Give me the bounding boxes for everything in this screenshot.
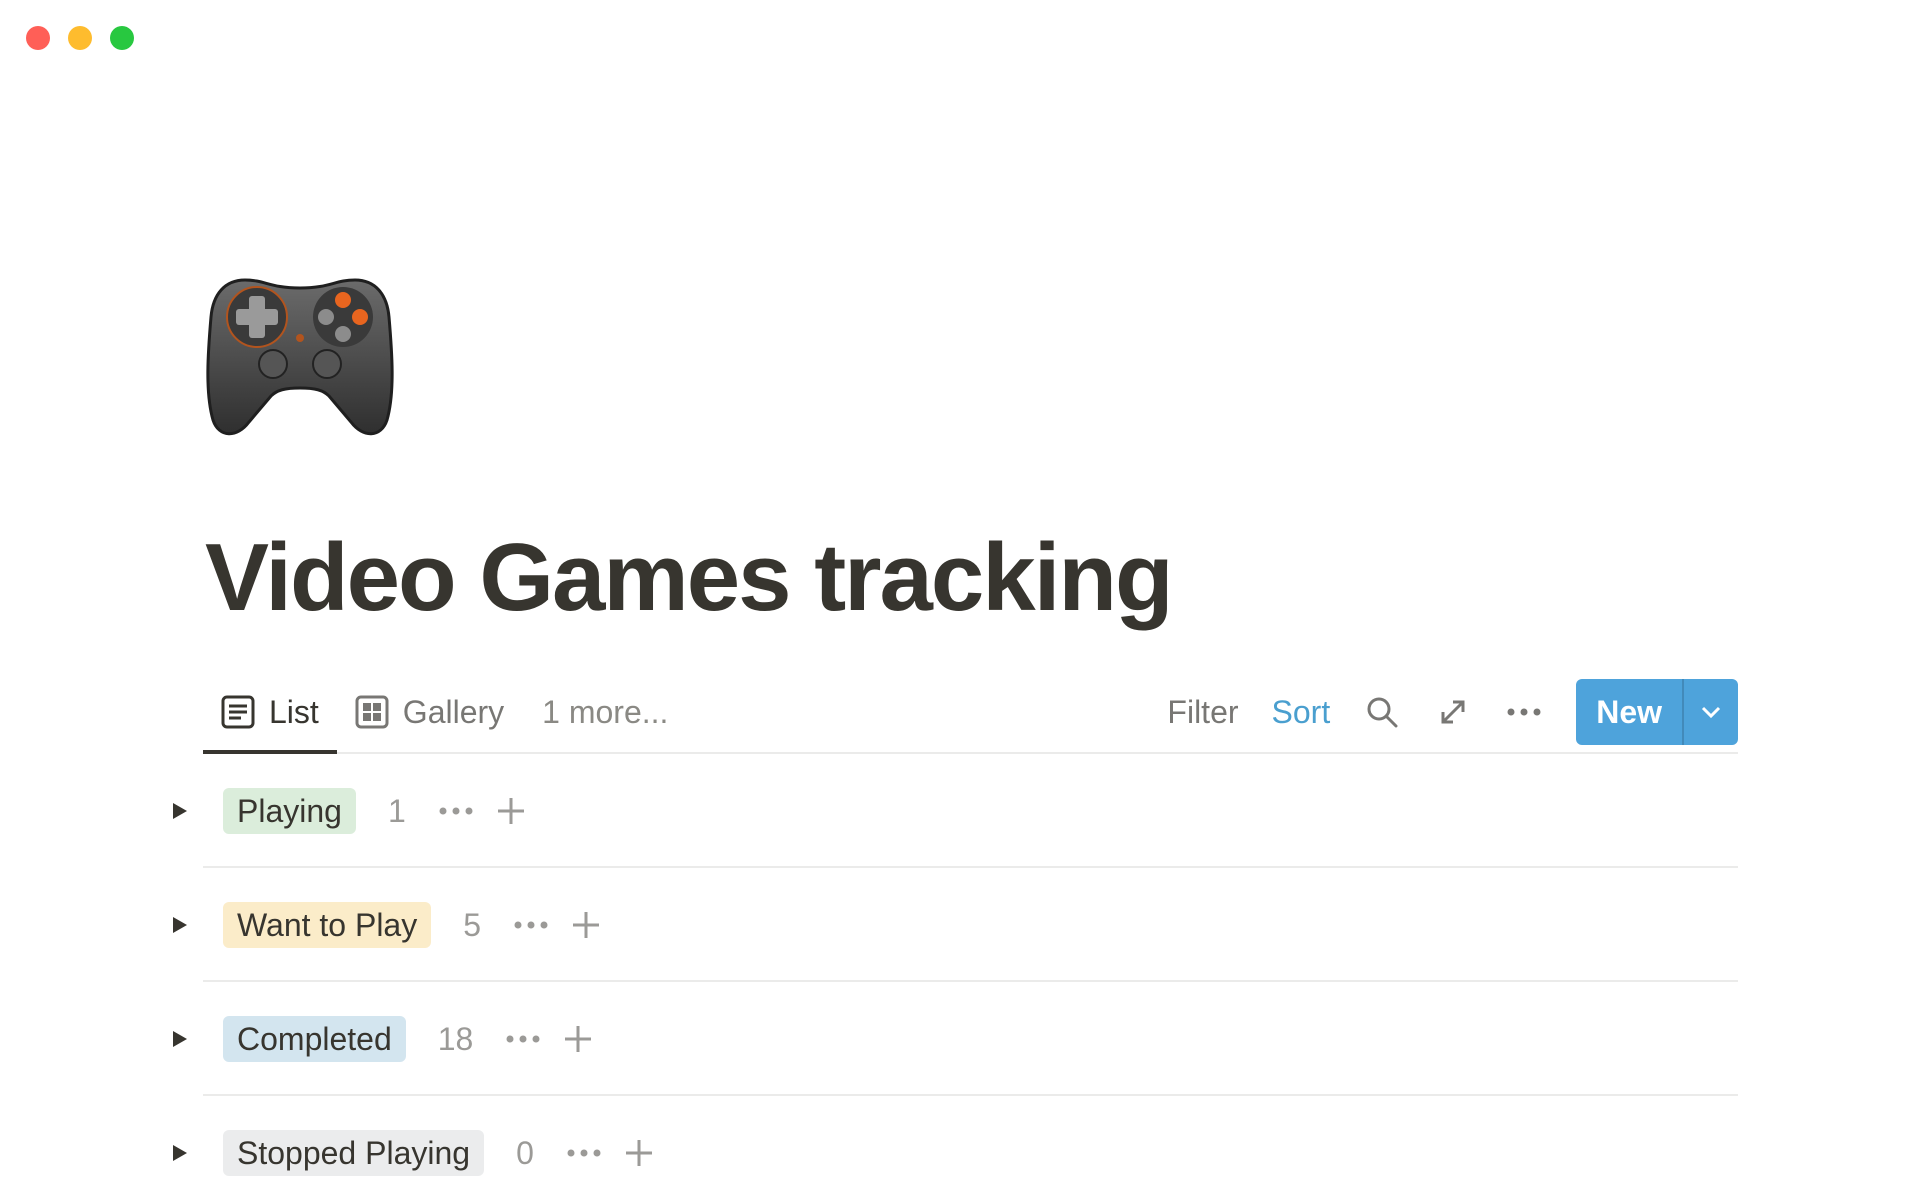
- more-options-icon[interactable]: [564, 1138, 604, 1168]
- more-options-icon[interactable]: [436, 796, 476, 826]
- filter-button[interactable]: Filter: [1167, 694, 1238, 731]
- group-count: 1: [387, 792, 406, 829]
- view-tabs: List Gallery 1 more...: [203, 672, 686, 754]
- toggle-triangle-icon[interactable]: [165, 1024, 195, 1054]
- gallery-view-icon: [355, 695, 389, 729]
- tab-gallery-label: Gallery: [402, 693, 505, 730]
- tab-gallery[interactable]: Gallery: [337, 672, 522, 752]
- list-view-icon: [221, 695, 255, 729]
- add-item-icon[interactable]: [569, 908, 603, 942]
- toggle-triangle-icon[interactable]: [165, 910, 195, 940]
- page-title[interactable]: Video Games tracking: [205, 530, 1174, 626]
- search-icon[interactable]: [1363, 693, 1401, 731]
- sort-button[interactable]: Sort: [1272, 694, 1331, 731]
- add-item-icon[interactable]: [561, 1022, 595, 1056]
- group-count: 18: [437, 1020, 474, 1057]
- chevron-down-icon[interactable]: [1684, 679, 1738, 745]
- expand-icon[interactable]: [1434, 693, 1472, 731]
- new-button-group: New: [1576, 679, 1738, 745]
- more-views-link[interactable]: 1 more...: [522, 672, 686, 752]
- tab-list-label: List: [269, 693, 319, 730]
- more-options-icon[interactable]: [511, 910, 551, 940]
- group-label[interactable]: Playing: [223, 788, 356, 834]
- more-options-icon[interactable]: [503, 1024, 543, 1054]
- new-button[interactable]: New: [1576, 679, 1684, 745]
- app-window: Video Games tracking List Gallery 1 more…: [0, 0, 1920, 1200]
- close-window-button[interactable]: [26, 26, 50, 50]
- group-row-completed: Completed 18: [160, 982, 1738, 1096]
- minimize-window-button[interactable]: [68, 26, 92, 50]
- add-item-icon[interactable]: [494, 794, 528, 828]
- toggle-triangle-icon[interactable]: [165, 796, 195, 826]
- database-view-bar: List Gallery 1 more... Filter Sort New: [203, 672, 1738, 754]
- group-row-want-to-play: Want to Play 5: [160, 868, 1738, 982]
- group-list: Playing 1 Want to Play 5 Completed 18 St…: [160, 754, 1738, 1200]
- group-label[interactable]: Stopped Playing: [223, 1130, 485, 1176]
- group-count: 5: [463, 906, 482, 943]
- group-row-playing: Playing 1: [160, 754, 1738, 868]
- group-row-stopped-playing: Stopped Playing 0: [160, 1096, 1738, 1200]
- toggle-triangle-icon[interactable]: [165, 1138, 195, 1168]
- window-controls: [26, 26, 134, 50]
- group-count: 0: [516, 1134, 534, 1171]
- group-label[interactable]: Want to Play: [223, 902, 432, 948]
- tab-list[interactable]: List: [203, 672, 337, 754]
- zoom-window-button[interactable]: [110, 26, 134, 50]
- more-options-icon[interactable]: [1505, 693, 1543, 731]
- view-actions: Filter Sort New: [1167, 672, 1738, 752]
- group-label[interactable]: Completed: [223, 1016, 406, 1062]
- game-controller-icon[interactable]: [205, 272, 395, 442]
- add-item-icon[interactable]: [622, 1136, 656, 1170]
